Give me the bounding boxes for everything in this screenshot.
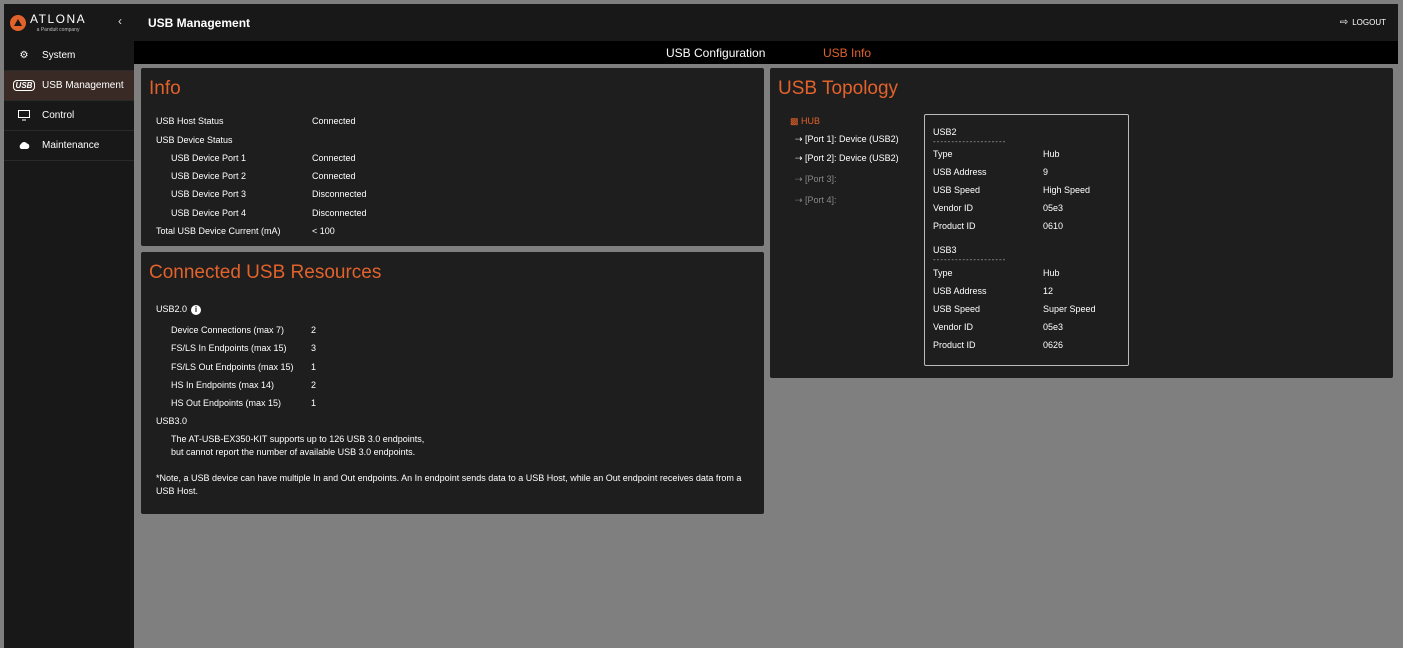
usb-port-icon: ⇢ — [795, 153, 806, 163]
hub-node[interactable]: ▩ HUB — [790, 116, 820, 127]
port-node[interactable]: ⇢ [Port 1]: Device (USB2) — [795, 134, 899, 145]
info-label: USB Device Port 2 — [171, 171, 247, 181]
info-label: Total USB Device Current (mA) — [156, 226, 281, 236]
sidebar-item-label: Control — [42, 110, 75, 121]
resources-panel: Connected USB Resources USB2.0 i Device C… — [141, 252, 764, 514]
info-value: < 100 — [312, 226, 335, 236]
topology-title: USB Topology — [778, 78, 899, 99]
detail-value: 05e3 — [1043, 203, 1064, 213]
chevron-left-icon[interactable]: ‹ — [118, 14, 122, 28]
usb2-row-label: FS/LS Out Endpoints (max 15) — [171, 362, 294, 372]
note-text: USB Host. — [156, 486, 199, 496]
info-value: Disconnected — [312, 189, 367, 199]
detail-value: High Speed — [1043, 185, 1091, 195]
info-value: Disconnected — [312, 208, 367, 218]
sidebar: ATLONA a Panduit company ‹ ⚙ System USB … — [4, 4, 134, 648]
tab-bar: USB Configuration USB Info — [134, 41, 1398, 64]
usb3-label: USB3.0 — [156, 416, 188, 426]
sidebar-item-usb-management[interactable]: USB USB Management — [4, 71, 134, 101]
topology-panel: USB Topology ▩ HUB ⇢ [Port 1]: Device (U… — [770, 68, 1393, 378]
divider: -------------------- — [933, 137, 1007, 146]
usb-port-icon: ⇢ — [795, 195, 806, 205]
usb2-row-label: FS/LS In Endpoints (max 15) — [171, 343, 287, 353]
logout-label: LOGOUT — [1352, 18, 1386, 27]
usb2-row-label: HS Out Endpoints (max 15) — [171, 398, 282, 408]
detail-label: Product ID — [933, 340, 976, 350]
logo: ATLONA a Panduit company ‹ — [4, 4, 134, 41]
usb-icon: USB — [12, 80, 36, 91]
detail-label: USB Address — [933, 286, 987, 296]
info-icon[interactable]: i — [191, 304, 202, 315]
device-details-box: USB2 -------------------- Type Hub USB A… — [924, 114, 1129, 366]
info-panel: Info USB Host Status Connected USB Devic… — [141, 68, 764, 246]
port-node[interactable]: ⇢ [Port 4]: — [795, 195, 837, 206]
app-frame: ATLONA a Panduit company ‹ ⚙ System USB … — [4, 4, 1398, 648]
note-text: *Note, a USB device can have multiple In… — [156, 473, 742, 483]
info-label: USB Device Port 4 — [171, 208, 247, 218]
usb2-header: USB2 — [933, 127, 957, 137]
info-label: USB Device Status — [156, 135, 233, 145]
detail-label: USB Speed — [933, 185, 981, 195]
detail-value: 9 — [1043, 167, 1049, 177]
logo-text: ATLONA — [30, 12, 87, 26]
usb-port-icon: ⇢ — [795, 174, 806, 184]
hub-icon: ▩ — [790, 116, 802, 126]
detail-value: Hub — [1043, 149, 1060, 159]
usb3-description: The AT-USB-EX350-KIT supports up to 126 … — [171, 434, 425, 444]
resources-title: Connected USB Resources — [149, 262, 382, 283]
usb3-description: but cannot report the number of availabl… — [171, 447, 416, 457]
usb2-row-label: Device Connections (max 7) — [171, 325, 285, 335]
detail-label: Type — [933, 268, 953, 278]
detail-value: 0626 — [1043, 340, 1064, 350]
detail-value: 12 — [1043, 286, 1054, 296]
detail-value: Super Speed — [1043, 304, 1096, 314]
detail-label: Product ID — [933, 221, 976, 231]
detail-label: Vendor ID — [933, 322, 974, 332]
divider: -------------------- — [933, 255, 1007, 264]
usb2-row-value: 2 — [311, 325, 317, 335]
info-title: Info — [149, 78, 181, 99]
detail-value: Hub — [1043, 268, 1060, 278]
header: USB Management ⇨ LOGOUT — [134, 4, 1398, 41]
sidebar-item-label: USB Management — [42, 80, 124, 91]
sidebar-item-maintenance[interactable]: Maintenance — [4, 131, 134, 161]
usb2-label: USB2.0 i — [156, 304, 202, 315]
gear-icon: ⚙ — [19, 50, 29, 61]
tab-usb-info[interactable]: USB Info — [823, 46, 871, 60]
usb2-row-value: 1 — [311, 398, 317, 408]
sidebar-item-label: System — [42, 50, 76, 61]
info-value: Connected — [312, 116, 356, 126]
usb2-row-label: HS In Endpoints (max 14) — [171, 380, 275, 390]
logo-subtext: a Panduit company — [36, 27, 80, 33]
port-node[interactable]: ⇢ [Port 2]: Device (USB2) — [795, 153, 899, 164]
tab-usb-configuration[interactable]: USB Configuration — [666, 46, 765, 60]
page-title: USB Management — [148, 15, 251, 30]
info-value: Connected — [312, 153, 356, 163]
port-node[interactable]: ⇢ [Port 3]: — [795, 174, 837, 185]
sidebar-item-system[interactable]: ⚙ System — [4, 41, 134, 71]
sidebar-item-label: Maintenance — [42, 140, 100, 151]
cloud-icon — [12, 141, 36, 150]
detail-value: 0610 — [1043, 221, 1064, 231]
monitor-icon — [12, 110, 36, 121]
usb-port-icon: ⇢ — [795, 134, 806, 144]
detail-label: USB Speed — [933, 304, 981, 314]
logout-button[interactable]: ⇨ LOGOUT — [1340, 17, 1386, 28]
atlona-logo-icon — [10, 14, 26, 31]
info-label: USB Device Port 1 — [171, 153, 247, 163]
detail-label: Type — [933, 149, 953, 159]
usb2-row-value: 1 — [311, 362, 317, 372]
info-label: USB Host Status — [156, 116, 224, 126]
detail-value: 05e3 — [1043, 322, 1064, 332]
info-value: Connected — [312, 171, 356, 181]
logout-icon: ⇨ — [1339, 17, 1349, 28]
sidebar-item-control[interactable]: Control — [4, 101, 134, 131]
usb2-row-value: 2 — [311, 380, 317, 390]
usb2-row-value: 3 — [311, 343, 317, 353]
detail-label: USB Address — [933, 167, 987, 177]
usb3-header: USB3 — [933, 245, 957, 255]
info-label: USB Device Port 3 — [171, 189, 247, 199]
detail-label: Vendor ID — [933, 203, 974, 213]
